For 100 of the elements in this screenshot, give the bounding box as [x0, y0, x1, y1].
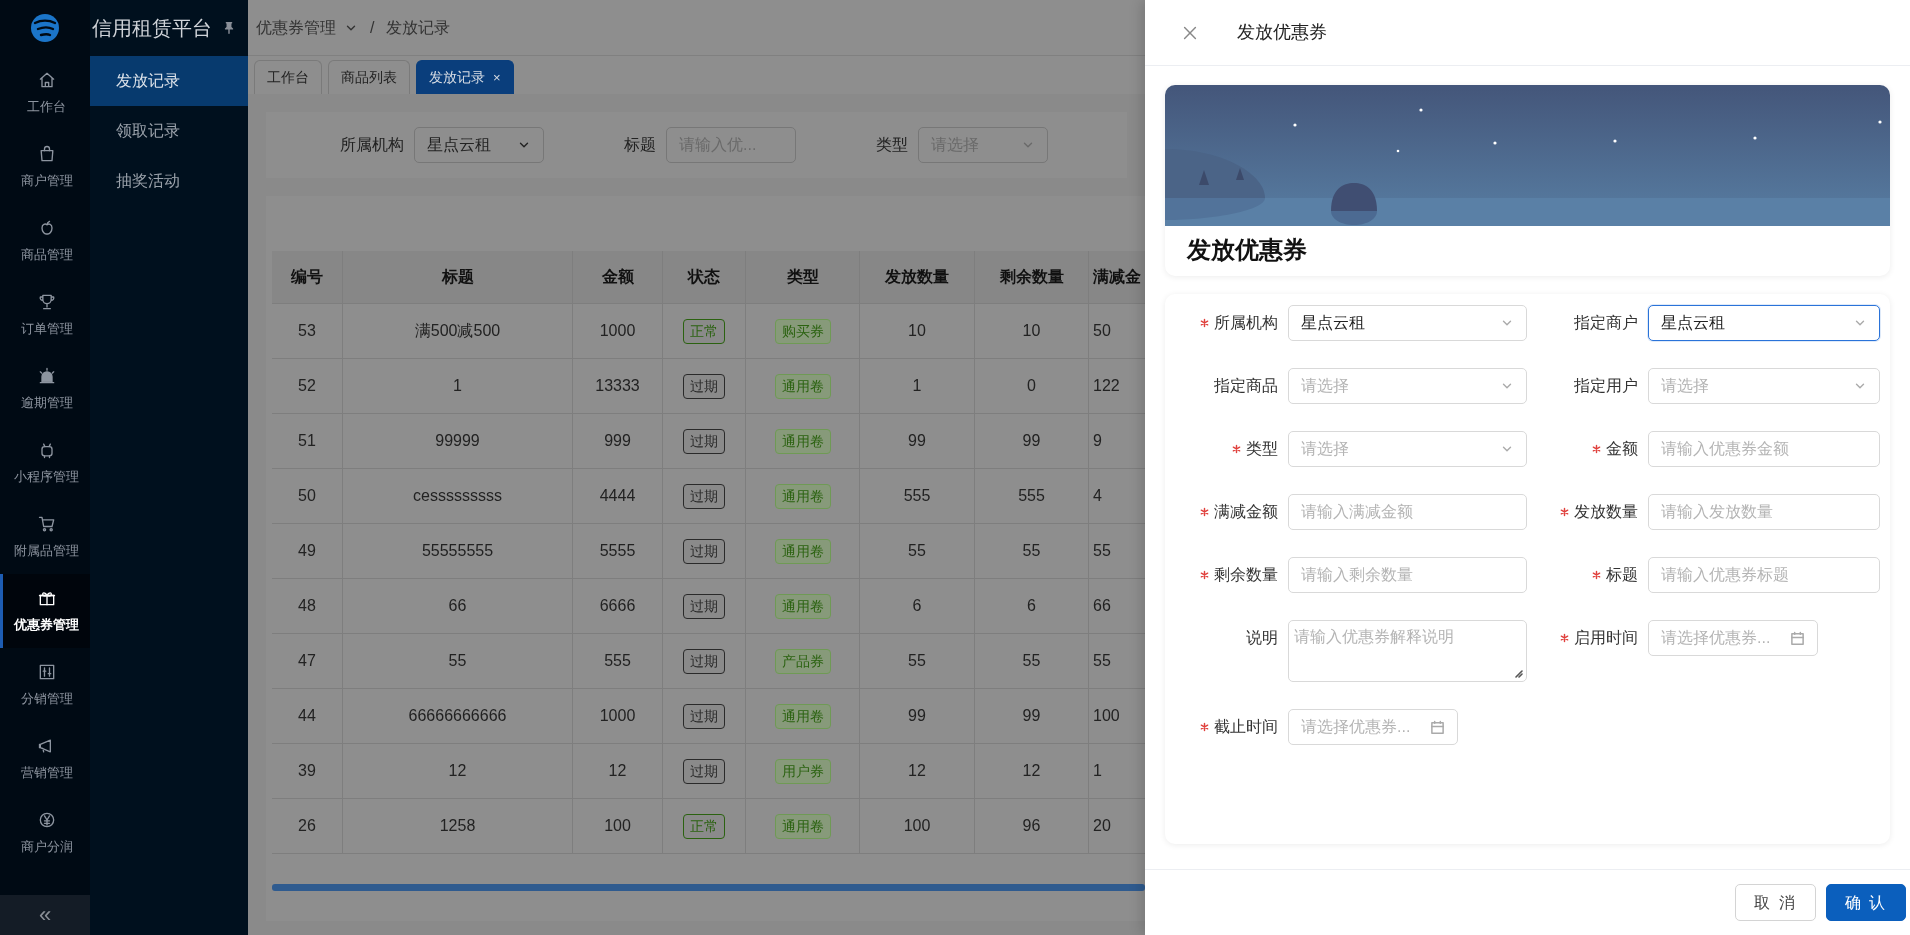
- status-tag: 过期: [683, 538, 725, 564]
- table-cell: 52: [272, 359, 343, 414]
- tab-label: 工作台: [267, 68, 309, 87]
- sidebar-item[interactable]: 订单管理: [0, 278, 90, 352]
- required-icon: [1200, 318, 1209, 328]
- field-label: 截止时间: [1214, 717, 1278, 737]
- tab[interactable]: 发放记录 ×: [416, 60, 514, 94]
- column-header: 标题: [343, 251, 573, 304]
- table-cell: 39: [272, 744, 343, 799]
- column-header: 满减金: [1089, 251, 1145, 304]
- type-tag: 通用卷: [774, 538, 831, 564]
- field-label: 类型: [1246, 439, 1278, 459]
- table-cell: 51: [272, 414, 343, 469]
- table-cell: 999: [573, 414, 663, 469]
- table-cell: 10: [860, 304, 975, 359]
- pin-icon: [222, 20, 236, 36]
- table-cell: 10: [975, 304, 1089, 359]
- app-title: 信用租赁平台: [92, 16, 212, 41]
- filter-select[interactable]: 星点云租: [414, 127, 544, 163]
- table-cell: 0: [975, 359, 1089, 414]
- tab[interactable]: 工作台: [254, 60, 322, 94]
- type-tag: 通用卷: [774, 483, 831, 509]
- table-cell: 99: [975, 689, 1089, 744]
- table-cell: cesssssssss: [343, 469, 573, 524]
- submenu-item[interactable]: 抽奖活动: [90, 156, 248, 206]
- table-cell: 66: [343, 579, 573, 634]
- required-icon: [1592, 444, 1601, 454]
- table-cell: 49: [272, 524, 343, 579]
- table-cell: 1000: [573, 304, 663, 359]
- sidebar-item[interactable]: 附属品管理: [0, 500, 90, 574]
- table-cell: 55: [860, 524, 975, 579]
- status-tag: 过期: [683, 648, 725, 674]
- table-cell: 1: [343, 359, 573, 414]
- collapse-button[interactable]: «: [0, 895, 90, 935]
- cancel-button[interactable]: 取 消: [1735, 884, 1816, 921]
- table-cell: 1258: [343, 799, 573, 854]
- table-cell: 555: [573, 634, 663, 689]
- table-cell: 6: [860, 579, 975, 634]
- required-icon: [1200, 570, 1209, 580]
- type-tag: 产品券: [774, 648, 831, 674]
- table-cell: 5555: [573, 524, 663, 579]
- sidebar-item[interactable]: 商品管理: [0, 204, 90, 278]
- required-icon: [1560, 633, 1569, 643]
- status-tag: 正常: [683, 813, 725, 839]
- table-cell: 44: [272, 689, 343, 744]
- table-cell: 47: [272, 634, 343, 689]
- field-label: 剩余数量: [1214, 565, 1278, 585]
- filter-label: 类型: [876, 135, 908, 155]
- tab[interactable]: 商品列表: [328, 60, 410, 94]
- required-icon: [1200, 722, 1209, 732]
- table-cell: 55: [343, 634, 573, 689]
- status-tag: 过期: [683, 373, 725, 399]
- field-label: 金额: [1606, 439, 1638, 459]
- submenu-item[interactable]: 发放记录: [90, 56, 248, 106]
- required-icon: [1560, 507, 1569, 517]
- breadcrumb-link[interactable]: 优惠券管理: [256, 15, 336, 40]
- tab-label: 发放记录: [429, 68, 485, 87]
- sidebar-item[interactable]: 分销管理: [0, 648, 90, 722]
- field-label: 标题: [1606, 565, 1638, 585]
- table-cell: 99: [975, 414, 1089, 469]
- filter-label: 标题: [624, 135, 656, 155]
- table-cell: 55: [860, 634, 975, 689]
- column-header: 状态: [663, 251, 746, 304]
- type-tag: 通用卷: [774, 593, 831, 619]
- table-cell: 96: [975, 799, 1089, 854]
- field-label: 指定商品: [1214, 376, 1278, 396]
- sidebar-item[interactable]: 工作台: [0, 56, 90, 130]
- sidebar-item[interactable]: 营销管理: [0, 722, 90, 796]
- column-header: 发放数量: [860, 251, 975, 304]
- field-label: 指定商户: [1574, 313, 1638, 333]
- sidebar-item[interactable]: 商户分润: [0, 796, 90, 870]
- tab-label: 商品列表: [341, 68, 397, 87]
- type-tag: 通用卷: [774, 813, 831, 839]
- sidebar-item[interactable]: 小程序管理: [0, 426, 90, 500]
- sidebar-item[interactable]: 优惠券管理: [0, 574, 90, 648]
- select-field[interactable]: 星点云租: [1288, 305, 1527, 341]
- column-header: 剩余数量: [975, 251, 1089, 304]
- table-cell: 4444: [573, 469, 663, 524]
- confirm-button[interactable]: 确 认: [1825, 884, 1906, 921]
- table-cell: 48: [272, 579, 343, 634]
- scrollbar[interactable]: [272, 884, 1145, 891]
- required-icon: [1200, 507, 1209, 517]
- table-cell: 6: [975, 579, 1089, 634]
- column-header: 类型: [746, 251, 860, 304]
- sidebar-item[interactable]: 商户管理: [0, 130, 90, 204]
- table-cell: 55: [975, 524, 1089, 579]
- breadcrumb-current: 发放记录: [386, 17, 451, 38]
- type-tag: 通用卷: [774, 428, 831, 454]
- banner-title: 发放优惠券: [1185, 235, 1308, 265]
- tab-close-button[interactable]: ×: [493, 67, 501, 88]
- field-label: 启用时间: [1574, 628, 1638, 648]
- table-cell: 99: [860, 689, 975, 744]
- table-cell: 13333: [573, 359, 663, 414]
- sidebar-item[interactable]: 逾期管理: [0, 352, 90, 426]
- submenu-item[interactable]: 领取记录: [90, 106, 248, 156]
- table-cell: 55: [975, 634, 1089, 689]
- select-field[interactable]: 星点云租: [1648, 305, 1880, 341]
- type-tag: 用户券: [774, 758, 831, 784]
- field-label: 指定用户: [1574, 376, 1638, 396]
- table-cell: 99: [860, 414, 975, 469]
